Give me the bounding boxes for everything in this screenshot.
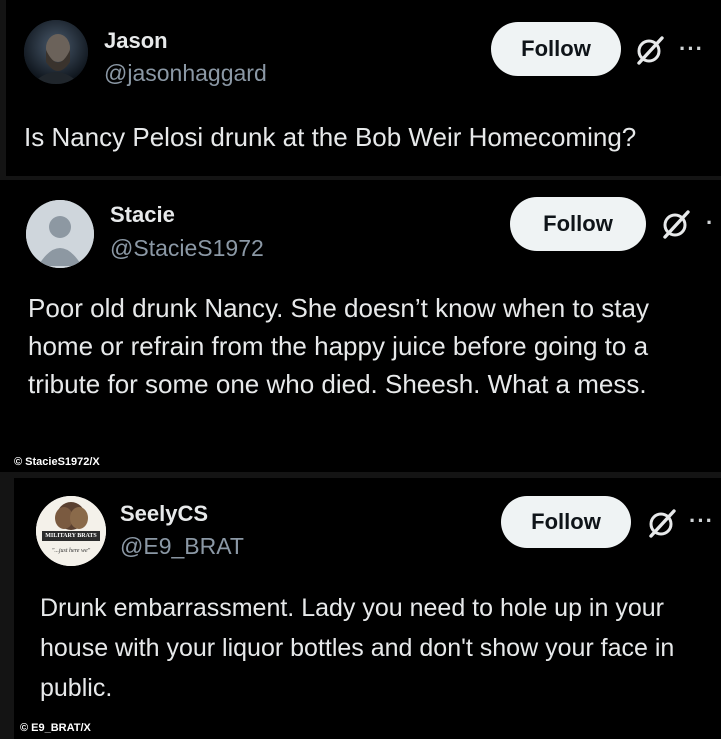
avatar[interactable] — [24, 20, 88, 84]
more-options-icon[interactable]: ··· — [679, 36, 704, 62]
follow-button[interactable]: Follow — [501, 496, 631, 548]
author-handle[interactable]: @jasonhaggard — [104, 60, 267, 87]
follow-button[interactable]: Follow — [491, 22, 621, 76]
post-text: Is Nancy Pelosi drunk at the Bob Weir Ho… — [24, 122, 637, 152]
post-text: Poor old drunk Nancy. She doesn’t know w… — [28, 293, 649, 399]
post-card-jason: Jason @jasonhaggard Follow ··· Is Nancy … — [6, 0, 721, 176]
grok-icon[interactable] — [660, 208, 692, 240]
photo-credit: © StacieS1972/X — [14, 456, 100, 468]
author-name[interactable]: Stacie — [110, 202, 175, 228]
profile-photo-icon — [24, 20, 88, 84]
post-text: Drunk embarrassment. Lady you need to ho… — [40, 594, 675, 702]
author-handle[interactable]: @StacieS1972 — [110, 235, 264, 262]
more-options-icon[interactable]: ··· — [689, 508, 714, 534]
photo-credit: © E9_BRAT/X — [20, 722, 91, 734]
grok-icon[interactable] — [646, 507, 678, 539]
more-options-icon[interactable]: · — [706, 210, 714, 236]
avatar-logo-text: MILITARY BRATS — [45, 533, 97, 539]
follow-button[interactable]: Follow — [510, 197, 646, 251]
avatar-tagline-text: "...just here we" — [51, 548, 91, 554]
post-card-seelycs: MILITARY BRATS "...just here we" SeelyCS… — [14, 478, 721, 739]
post-card-stacie: Stacie @StacieS1972 Follow · Poor old dr… — [0, 180, 721, 472]
grok-icon[interactable] — [634, 34, 666, 66]
default-avatar-icon — [26, 200, 94, 268]
author-handle[interactable]: @E9_BRAT — [120, 533, 244, 560]
author-name[interactable]: Jason — [104, 28, 168, 54]
author-name[interactable]: SeelyCS — [120, 501, 208, 527]
avatar[interactable]: MILITARY BRATS "...just here we" — [36, 496, 106, 566]
military-brats-logo-icon — [36, 496, 106, 566]
avatar[interactable] — [26, 200, 94, 268]
